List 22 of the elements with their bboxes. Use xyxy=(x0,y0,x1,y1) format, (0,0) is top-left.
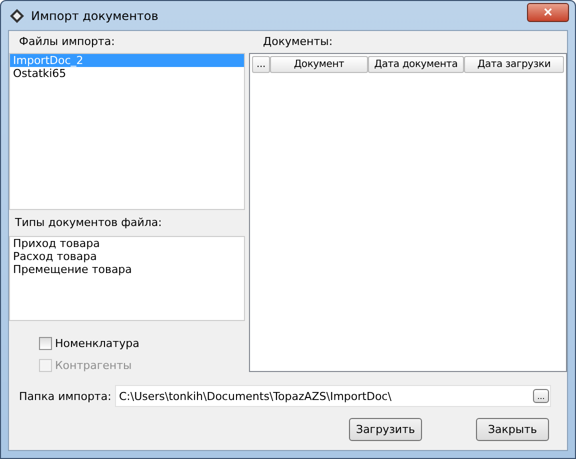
doc-types-label: Типы документов файла: xyxy=(14,214,163,231)
dialog-button[interactable]: Закрыть xyxy=(476,418,549,441)
folder-label: Папка импорта: xyxy=(18,390,112,402)
folder-field[interactable]: C:\Users\tonkih\Documents\TopazAZS\ImportDoc\ ... xyxy=(115,385,551,407)
diamond-icon xyxy=(9,8,25,24)
column-header[interactable]: Дата документа xyxy=(368,56,464,73)
doc-type-item: Приход товара xyxy=(12,236,101,250)
column-header[interactable]: Дата загрузки xyxy=(464,56,564,73)
files-list[interactable]: ImportDoc_2 Ostatki65 xyxy=(9,53,245,210)
documents-label: Документы: xyxy=(262,34,334,50)
column-header[interactable]: ... xyxy=(252,56,270,73)
window-title: Импорт документов xyxy=(31,8,160,22)
browse-button[interactable]: ... xyxy=(533,389,549,403)
doc-type-item: Премещение товара xyxy=(12,262,133,276)
column-header[interactable]: Документ xyxy=(270,56,368,73)
file-item[interactable]: Ostatki65 xyxy=(10,67,244,80)
checkbox-label: Номенклатура xyxy=(55,337,140,350)
checkbox[interactable] xyxy=(39,337,52,350)
dialog-button[interactable]: Загрузить xyxy=(349,418,422,441)
files-label: Файлы импорта: xyxy=(18,34,116,50)
checkbox-label: Контрагенты xyxy=(55,359,132,372)
doc-type-item: Расход товара xyxy=(12,250,98,263)
